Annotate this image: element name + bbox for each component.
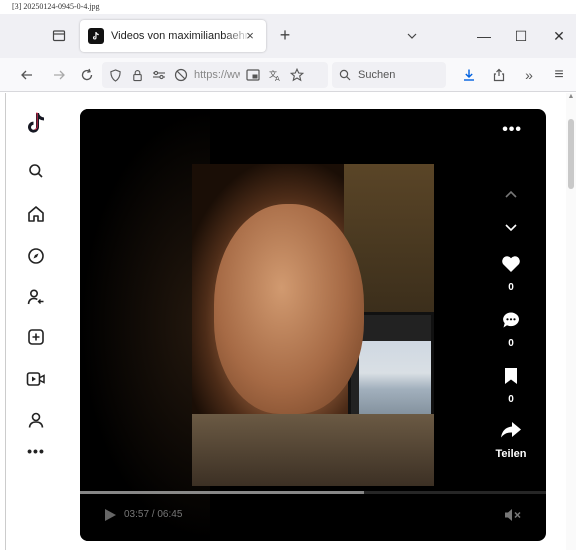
active-tab[interactable]: Videos von maximilianbaehring × xyxy=(80,20,266,52)
scroll-up-icon[interactable]: ▲ xyxy=(567,93,575,103)
share-action[interactable]: Teilen xyxy=(494,421,528,460)
video-progress-fill xyxy=(80,491,365,494)
tab-title: Videos von maximilianbaehring xyxy=(111,30,251,42)
lock-icon[interactable] xyxy=(128,66,146,84)
close-window-button[interactable]: ✕ xyxy=(546,24,572,48)
url-bar[interactable]: https://ww 文A xyxy=(102,62,328,88)
share-label: Teilen xyxy=(495,448,527,460)
url-text: https://ww xyxy=(194,69,240,81)
like-action[interactable]: 0 xyxy=(494,255,528,293)
scroll-thumb[interactable] xyxy=(568,119,574,189)
tab-strip: Videos von maximilianbaehring × + — ☐ ✕ xyxy=(0,14,576,58)
page-content: ••• ••• 0 0 0 Teilen 03:57 / 06:45 ▲ xyxy=(0,93,576,550)
next-video-icon[interactable] xyxy=(504,221,518,235)
permissions-icon[interactable] xyxy=(150,66,168,84)
play-icon[interactable] xyxy=(102,507,118,523)
comment-action[interactable]: 0 xyxy=(494,311,528,349)
list-all-tabs-icon[interactable] xyxy=(402,26,422,46)
tracking-protection-shield-icon[interactable] xyxy=(106,66,124,84)
monitor-image xyxy=(359,341,431,421)
background-blur xyxy=(80,109,210,541)
overflow-menu-icon[interactable]: » xyxy=(518,64,540,86)
back-icon[interactable] xyxy=(16,64,38,86)
person-shirt xyxy=(192,414,434,486)
bookmark-icon[interactable] xyxy=(503,367,519,385)
window-edge xyxy=(5,93,6,550)
maximize-button[interactable]: ☐ xyxy=(508,24,534,48)
video-progress-bar[interactable] xyxy=(80,491,546,494)
person-face xyxy=(214,204,364,414)
save-action[interactable]: 0 xyxy=(494,367,528,405)
profile-icon[interactable] xyxy=(22,406,50,434)
minimize-button[interactable]: — xyxy=(471,24,497,48)
search-placeholder: Suchen xyxy=(358,69,396,81)
autoplay-blocked-icon[interactable] xyxy=(172,66,190,84)
translate-icon[interactable]: 文A xyxy=(266,66,284,84)
save-count: 0 xyxy=(508,394,514,405)
comment-icon[interactable] xyxy=(501,311,521,329)
picture-in-picture-icon[interactable] xyxy=(244,66,262,84)
video-frame[interactable] xyxy=(192,164,434,486)
upload-icon[interactable] xyxy=(22,323,50,351)
page-scrollbar[interactable]: ▲ xyxy=(566,93,576,550)
more-options-icon[interactable]: ••• xyxy=(22,437,50,465)
video-more-options-icon[interactable]: ••• xyxy=(502,121,522,139)
video-time: 03:57 / 06:45 xyxy=(124,509,183,520)
tab-close-icon[interactable]: × xyxy=(242,28,258,44)
tab-list-icon[interactable] xyxy=(48,24,70,46)
hamburger-menu-icon[interactable]: ≡ xyxy=(548,64,570,86)
new-tab-button[interactable]: + xyxy=(275,25,295,45)
following-icon[interactable] xyxy=(22,283,50,311)
tiktok-logo-icon[interactable] xyxy=(22,109,50,137)
share-arrow-icon[interactable] xyxy=(500,421,522,439)
reload-icon[interactable] xyxy=(76,64,98,86)
share-page-icon[interactable] xyxy=(488,64,510,86)
file-caption: [3] 20250124-0945-0-4.jpg xyxy=(12,2,100,11)
explore-compass-icon[interactable] xyxy=(22,242,50,270)
home-icon[interactable] xyxy=(22,200,50,228)
navigation-toolbar: https://ww 文A Suchen » ≡ xyxy=(0,58,576,92)
heart-icon[interactable] xyxy=(501,255,521,273)
previous-video-icon[interactable] xyxy=(504,187,518,201)
search-field[interactable]: Suchen xyxy=(332,62,446,88)
like-count: 0 xyxy=(508,282,514,293)
live-icon[interactable] xyxy=(22,365,50,393)
mute-icon[interactable] xyxy=(504,508,522,522)
tiktok-favicon-icon xyxy=(88,28,104,44)
comment-count: 0 xyxy=(508,338,514,349)
downloads-icon[interactable] xyxy=(458,64,480,86)
svg-text:A: A xyxy=(275,75,280,82)
bookmark-star-icon[interactable] xyxy=(288,66,306,84)
video-player[interactable]: ••• 0 0 0 Teilen 03:57 / 06:45 xyxy=(80,109,546,541)
forward-icon[interactable] xyxy=(48,64,70,86)
tiktok-sidebar: ••• xyxy=(18,93,54,550)
search-icon xyxy=(336,66,354,84)
search-icon[interactable] xyxy=(22,157,50,185)
